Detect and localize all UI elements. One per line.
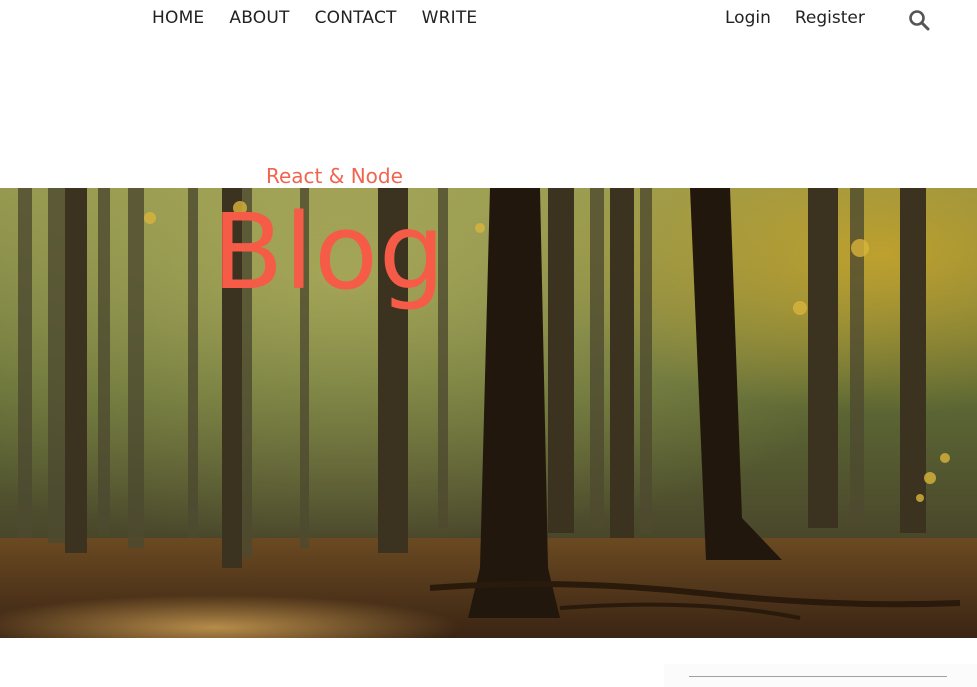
nav-write-link[interactable]: WRITE [422,8,478,28]
login-link[interactable]: Login [725,8,771,28]
forest-image [0,188,977,638]
search-icon[interactable] [908,9,930,31]
nav-main: HOME ABOUT CONTACT WRITE [152,8,502,28]
hero-image [0,188,977,638]
nav-home-link[interactable]: HOME [152,8,204,28]
header-subtitle: React & Node [266,164,403,188]
nav-account: Login Register [725,8,889,28]
sidebar-divider [689,676,947,677]
register-link[interactable]: Register [795,8,865,28]
nav-about-link[interactable]: ABOUT [229,8,289,28]
top-bar: HOME ABOUT CONTACT WRITE Login Register [0,0,977,40]
nav-contact-link[interactable]: CONTACT [315,8,397,28]
